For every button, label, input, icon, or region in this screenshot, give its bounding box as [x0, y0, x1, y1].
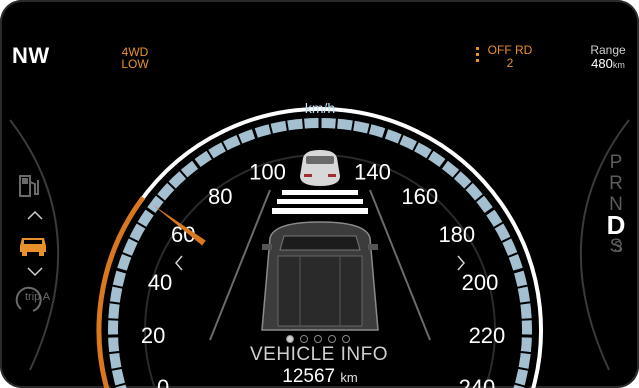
off-road-icon	[476, 45, 479, 63]
speed-tick-label: 160	[401, 184, 438, 209]
own-vehicle-icon	[261, 221, 379, 331]
odometer-unit: km	[340, 370, 358, 385]
page-dot	[300, 335, 308, 343]
speed-tick-label: 100	[249, 159, 286, 184]
speed-tick-label: 20	[141, 323, 165, 348]
speed-unit-label: km/h	[304, 100, 336, 116]
drive-mode-indicator: 4WD LOW	[110, 46, 160, 70]
speed-tick-label: 140	[354, 159, 391, 184]
page-dot	[328, 335, 336, 343]
compass-heading: NW	[12, 43, 50, 68]
gear-r: R	[609, 173, 623, 194]
gauge-tick	[103, 317, 120, 321]
trip-a-label: trip A	[25, 291, 51, 303]
jeep-icon[interactable]	[16, 230, 50, 258]
page-indicator	[286, 335, 350, 343]
gauge-tick	[335, 113, 339, 130]
fuel-gauge-icon	[19, 175, 39, 197]
range-value: 480	[591, 56, 613, 71]
road-left-line	[209, 189, 271, 341]
road-right-line	[369, 189, 431, 341]
gauge-tick	[512, 334, 537, 338]
page-dot	[314, 335, 322, 343]
gear-limit: 3	[614, 239, 623, 256]
range-label: Range	[590, 43, 626, 57]
gear-d: D	[606, 210, 626, 240]
speed-tick-label: 80	[208, 184, 232, 209]
right-arrow-icon	[457, 255, 465, 271]
off-road-value: 2	[506, 56, 514, 70]
speed-tick-label: 220	[469, 323, 506, 348]
instrument-cluster: 020406080100120140160180200220240	[0, 0, 639, 388]
info-panel-title: VEHICLE INFO	[250, 344, 388, 365]
scroll-down-icon[interactable]	[26, 266, 44, 278]
speedometer-gauge: 020406080100120140160180200220240	[9, 107, 630, 388]
off-road-indicator: OFF RD 2	[476, 43, 542, 70]
lead-vehicle-icon	[300, 150, 340, 186]
gauge-tick	[103, 334, 128, 338]
gear-p: P	[609, 152, 623, 173]
scroll-up-icon[interactable]	[26, 209, 44, 221]
left-arrow-icon	[175, 255, 183, 271]
odometer: 12567 km	[254, 366, 386, 388]
page-dot	[342, 335, 350, 343]
gauge-tick	[520, 317, 537, 321]
speed-tick-label: 240	[459, 375, 496, 388]
speed-tick-label: 40	[148, 270, 172, 295]
page-dot	[286, 335, 294, 343]
speed-tick-label: 0	[157, 375, 169, 388]
gauge-tick	[301, 113, 305, 130]
gap-bar-3	[272, 208, 368, 214]
gap-bar-2	[277, 199, 363, 204]
gap-bar-1	[282, 190, 358, 195]
odometer-value: 12567	[282, 366, 336, 387]
drive-mode-line2: LOW	[121, 57, 149, 71]
speed-tick-label: 180	[438, 222, 475, 247]
off-road-label: OFF RD	[487, 43, 533, 57]
range-indicator: Range 480km	[582, 43, 634, 72]
range-unit: km	[612, 60, 625, 70]
speed-tick-label: 200	[462, 270, 499, 295]
trip-a-icon: trip A	[13, 283, 59, 313]
